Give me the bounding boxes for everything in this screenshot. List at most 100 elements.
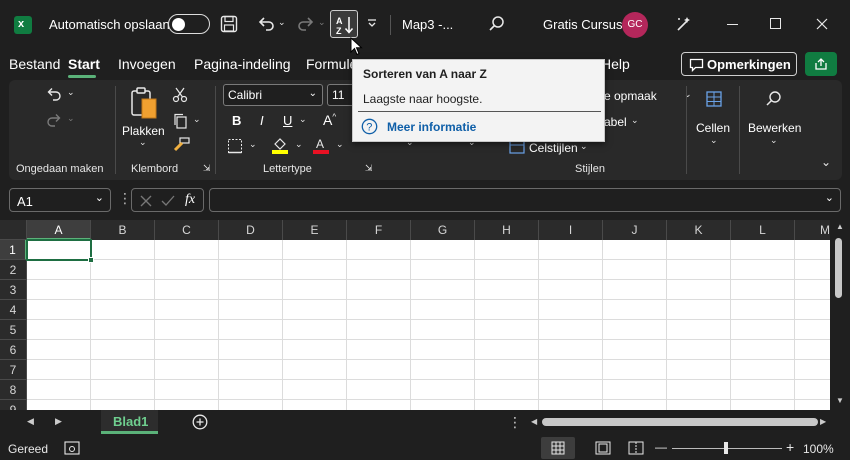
save-icon[interactable] xyxy=(220,15,238,33)
spreadsheet-grid[interactable]: A B C D E F G H I J K L M 1 2 3 4 5 6 7 … xyxy=(0,220,830,410)
zoom-in-button[interactable]: + xyxy=(786,439,794,455)
row-header[interactable]: 2 xyxy=(0,260,27,280)
column-header[interactable]: A xyxy=(27,220,91,240)
scrollbar-thumb[interactable] xyxy=(835,238,842,298)
column-header[interactable]: L xyxy=(731,220,795,240)
share-button[interactable] xyxy=(805,52,837,76)
column-header[interactable]: K xyxy=(667,220,731,240)
comments-button[interactable]: Opmerkingen xyxy=(681,52,797,76)
edit-label[interactable]: Bewerken xyxy=(748,121,801,135)
selected-cell[interactable] xyxy=(26,239,92,261)
row-header[interactable]: 9 xyxy=(0,400,27,410)
clipboard-paste-icon[interactable] xyxy=(129,86,159,120)
horizontal-scrollbar[interactable]: ◀ ▶ xyxy=(528,414,830,430)
select-all-corner[interactable] xyxy=(0,220,27,240)
chevron-down-icon[interactable]: ⌄ xyxy=(580,142,588,151)
chevron-down-icon[interactable]: ⌄ xyxy=(139,138,147,147)
paste-label[interactable]: Plakken xyxy=(122,124,165,138)
column-header[interactable]: F xyxy=(347,220,411,240)
chevron-down-icon[interactable]: ⌄ xyxy=(825,191,834,204)
chevron-down-icon[interactable]: ⌄ xyxy=(249,140,257,149)
chevron-down-icon[interactable]: ⌄ xyxy=(631,116,639,125)
cells-icon[interactable] xyxy=(705,90,723,108)
cell-styles-button[interactable]: Celstijlen xyxy=(529,141,578,155)
next-sheet-icon[interactable]: ▶ xyxy=(55,416,62,427)
chevron-down-icon[interactable]: ⌄ xyxy=(295,140,303,149)
zoom-out-button[interactable]: — xyxy=(655,440,667,454)
cells-label[interactable]: Cellen xyxy=(696,121,730,135)
scroll-right-icon[interactable]: ▶ xyxy=(820,417,826,426)
account-name[interactable]: Gratis Cursus xyxy=(543,17,622,32)
tab-formules[interactable]: Formule xyxy=(306,56,357,72)
column-header[interactable]: I xyxy=(539,220,603,240)
copy-icon[interactable] xyxy=(172,113,188,129)
insert-function-button[interactable]: fx xyxy=(185,192,195,208)
font-color-icon[interactable]: A xyxy=(312,136,330,154)
column-header[interactable]: J xyxy=(603,220,667,240)
chevron-down-icon[interactable]: ⌄ xyxy=(710,136,718,145)
conditional-format-button[interactable]: e opmaak xyxy=(604,89,657,103)
row-header[interactable]: 1 xyxy=(0,240,27,260)
search-icon[interactable] xyxy=(488,15,506,33)
underline-button[interactable]: U xyxy=(283,113,292,128)
row-header[interactable]: 4 xyxy=(0,300,27,320)
font-size-select[interactable]: 11 xyxy=(327,84,355,106)
chevron-down-icon[interactable]: ⌄ xyxy=(193,115,201,124)
column-header[interactable]: E xyxy=(283,220,347,240)
sheet-tab-blad1[interactable]: Blad1 xyxy=(101,410,158,434)
scroll-up-icon[interactable]: ▲ xyxy=(836,222,844,231)
column-header[interactable]: D xyxy=(219,220,283,240)
designer-icon[interactable] xyxy=(674,14,694,34)
format-as-table-button[interactable]: abel xyxy=(604,115,627,129)
prev-sheet-icon[interactable]: ◀ xyxy=(27,416,34,427)
close-icon[interactable] xyxy=(816,18,828,30)
dialog-launcher-icon[interactable]: ⇲ xyxy=(365,164,373,173)
name-box[interactable]: A1 ⌄ xyxy=(9,188,111,212)
chevron-down-icon[interactable]: ⌄ xyxy=(299,115,307,124)
column-header[interactable]: M xyxy=(795,220,830,240)
scrollbar-thumb[interactable] xyxy=(542,418,818,426)
row-header[interactable]: 6 xyxy=(0,340,27,360)
help-icon[interactable]: ? xyxy=(361,118,378,135)
chevron-down-icon[interactable]: ⌄ xyxy=(67,88,75,97)
search-icon[interactable] xyxy=(765,90,783,108)
column-header[interactable]: B xyxy=(91,220,155,240)
chevron-down-icon[interactable]: ⌄ xyxy=(278,18,286,27)
column-header[interactable]: H xyxy=(475,220,539,240)
scroll-down-icon[interactable]: ▼ xyxy=(836,396,844,405)
tab-split-grip-icon[interactable]: ⋮ xyxy=(508,414,522,431)
undo-icon[interactable] xyxy=(45,86,63,102)
increase-font-icon[interactable]: A^ xyxy=(323,112,336,128)
maximize-icon[interactable] xyxy=(770,18,781,29)
more-info-link[interactable]: Meer informatie xyxy=(387,120,476,134)
tab-start[interactable]: Start xyxy=(68,56,100,72)
fill-handle[interactable] xyxy=(88,257,94,263)
scroll-left-icon[interactable]: ◀ xyxy=(531,417,537,426)
chevron-down-icon[interactable]: ⌄ xyxy=(336,140,344,149)
minimize-icon[interactable] xyxy=(727,24,738,25)
zoom-level[interactable]: 100% xyxy=(803,442,834,456)
file-name[interactable]: Map3 -... xyxy=(402,17,453,32)
zoom-slider-thumb[interactable] xyxy=(724,442,728,454)
normal-view-button[interactable] xyxy=(541,437,575,459)
sort-ascending-button[interactable]: A Z xyxy=(330,10,358,38)
tab-pagina-indeling[interactable]: Pagina-indeling xyxy=(194,56,291,72)
fill-color-icon[interactable] xyxy=(271,136,289,154)
row-header[interactable]: 3 xyxy=(0,280,27,300)
customize-toolbar-icon[interactable] xyxy=(367,18,377,28)
column-header[interactable]: C xyxy=(155,220,219,240)
dialog-launcher-icon[interactable]: ⇲ xyxy=(203,164,211,173)
italic-button[interactable]: I xyxy=(260,113,264,128)
autosave-toggle[interactable] xyxy=(168,14,210,34)
tab-invoegen[interactable]: Invoegen xyxy=(118,56,176,72)
formula-input[interactable]: ⌄ xyxy=(209,188,841,212)
ribbon-collapse-icon[interactable]: ⌄ xyxy=(821,156,831,168)
borders-icon[interactable] xyxy=(227,138,243,154)
undo-icon[interactable] xyxy=(256,14,276,34)
tab-help[interactable]: Help xyxy=(601,56,630,72)
tab-bestand[interactable]: Bestand xyxy=(9,56,60,72)
cut-icon[interactable] xyxy=(172,87,188,103)
bold-button[interactable]: B xyxy=(232,113,241,128)
font-name-select[interactable]: Calibri ⌄ xyxy=(223,84,323,106)
row-header[interactable]: 8 xyxy=(0,380,27,400)
